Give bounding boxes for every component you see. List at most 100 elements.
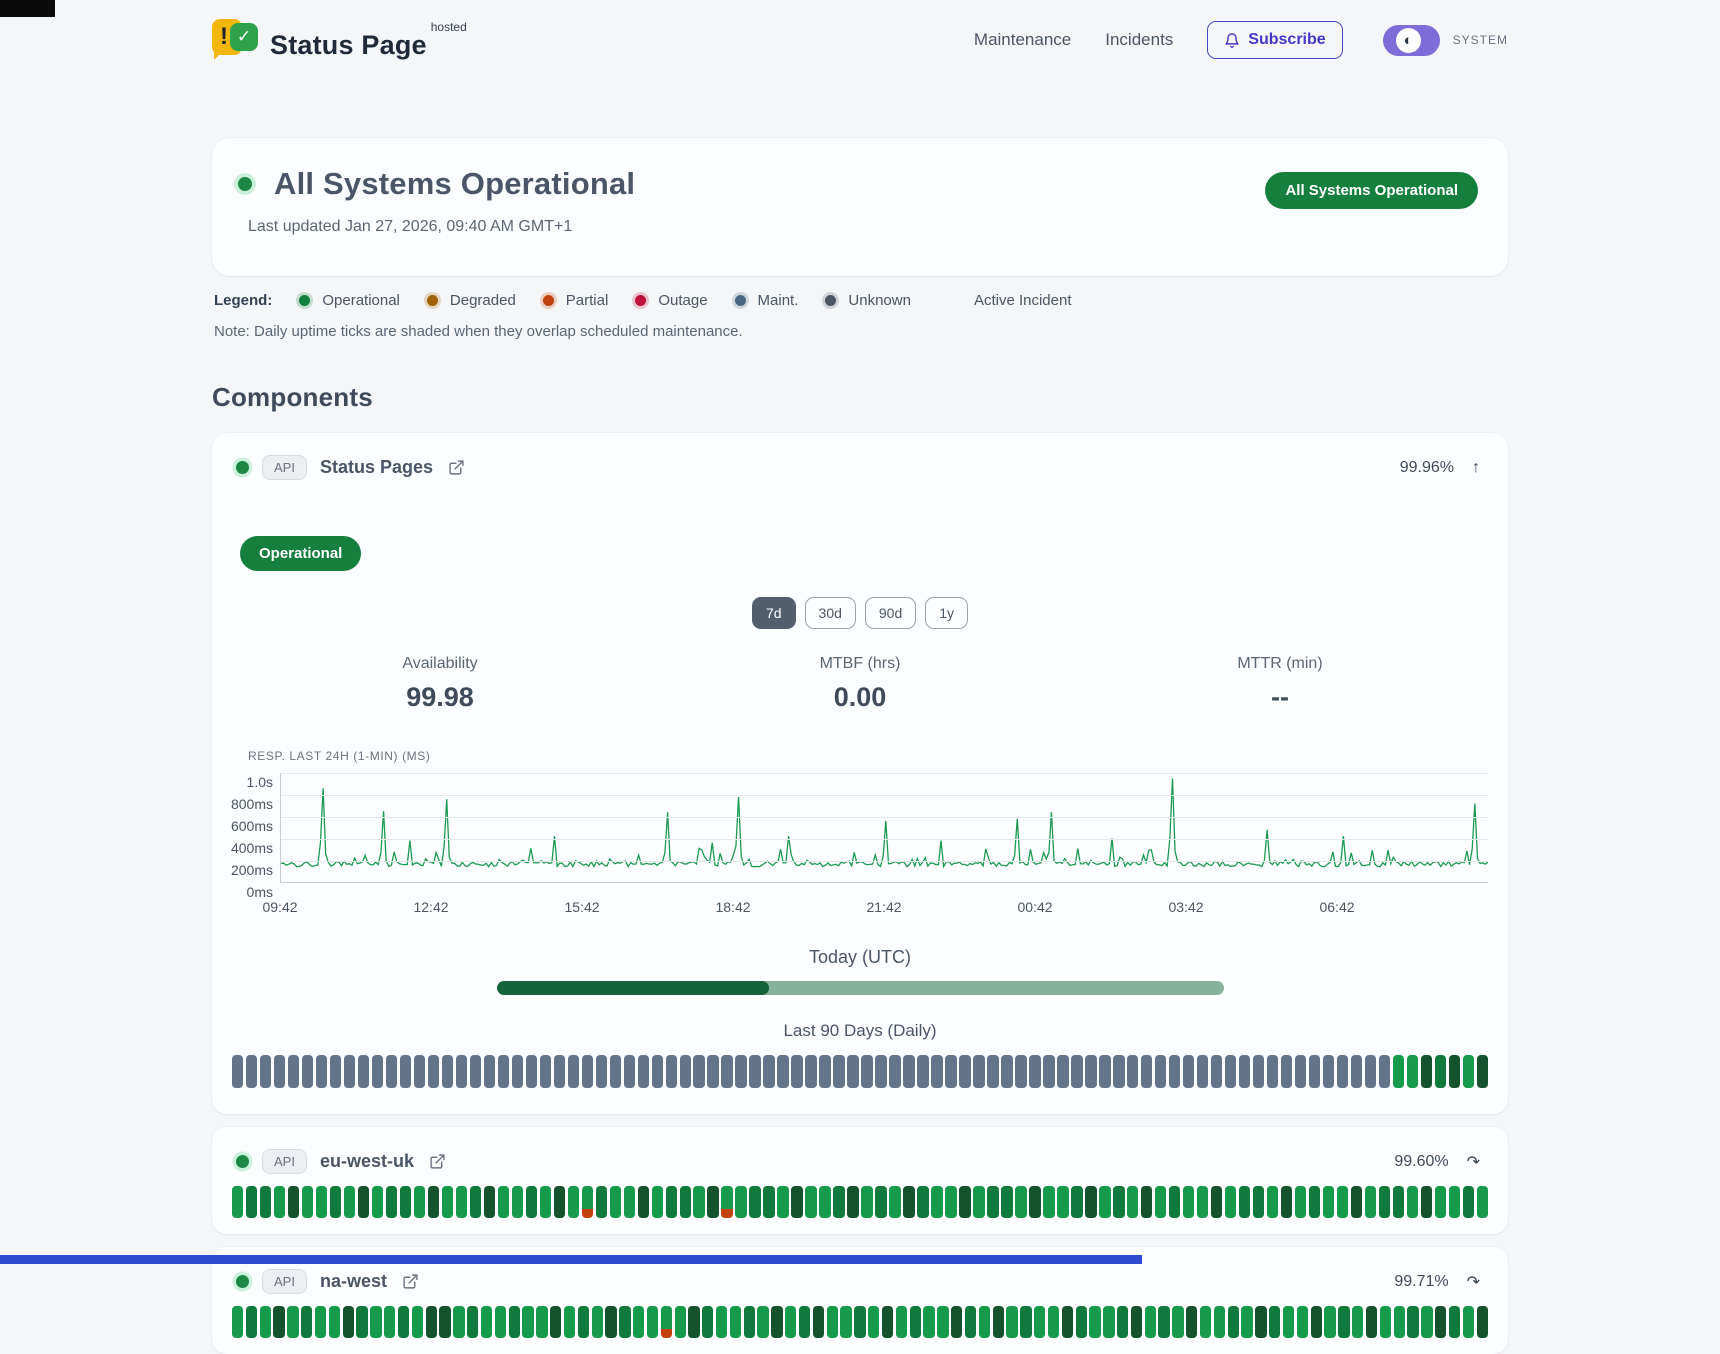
uptime-day-tick[interactable] bbox=[1225, 1055, 1236, 1088]
uptime-day-tick[interactable] bbox=[316, 1055, 327, 1088]
uptime-day-tick[interactable] bbox=[1394, 1306, 1405, 1338]
uptime-day-tick[interactable] bbox=[937, 1306, 948, 1338]
uptime-day-tick[interactable] bbox=[498, 1186, 509, 1218]
uptime-day-tick[interactable] bbox=[1352, 1306, 1363, 1338]
uptime-day-tick[interactable] bbox=[1043, 1055, 1054, 1088]
uptime-day-tick[interactable] bbox=[1071, 1055, 1082, 1088]
uptime-day-tick[interactable] bbox=[1183, 1186, 1194, 1218]
uptime-day-tick[interactable] bbox=[1366, 1306, 1377, 1338]
uptime-day-tick[interactable] bbox=[1337, 1055, 1348, 1088]
uptime-day-tick[interactable] bbox=[232, 1055, 243, 1088]
uptime-day-tick[interactable] bbox=[453, 1306, 464, 1338]
uptime-day-tick[interactable] bbox=[973, 1055, 984, 1088]
uptime-day-tick[interactable] bbox=[274, 1186, 285, 1218]
uptime-day-tick[interactable] bbox=[400, 1055, 411, 1088]
uptime-day-tick[interactable] bbox=[358, 1186, 369, 1218]
uptime-day-tick[interactable] bbox=[1269, 1306, 1280, 1338]
uptime-day-tick[interactable] bbox=[605, 1306, 616, 1338]
uptime-day-tick[interactable] bbox=[917, 1055, 928, 1088]
uptime-day-tick[interactable] bbox=[847, 1055, 858, 1088]
uptime-day-tick[interactable] bbox=[1197, 1055, 1208, 1088]
external-link-icon[interactable] bbox=[402, 1273, 419, 1290]
uptime-day-tick[interactable] bbox=[1085, 1055, 1096, 1088]
uptime-day-tick[interactable] bbox=[1351, 1055, 1362, 1088]
uptime-day-tick[interactable] bbox=[882, 1306, 893, 1338]
uptime-day-tick[interactable] bbox=[344, 1186, 355, 1218]
uptime-day-tick[interactable] bbox=[1463, 1055, 1474, 1088]
uptime-day-tick[interactable] bbox=[1323, 1186, 1334, 1218]
uptime-day-tick[interactable] bbox=[833, 1186, 844, 1218]
uptime-day-tick[interactable] bbox=[1435, 1186, 1446, 1218]
uptime-day-tick[interactable] bbox=[1407, 1306, 1418, 1338]
uptime-day-tick[interactable] bbox=[1281, 1055, 1292, 1088]
uptime-day-tick[interactable] bbox=[1131, 1306, 1142, 1338]
range-button-90d[interactable]: 90d bbox=[865, 597, 916, 629]
uptime-day-tick[interactable] bbox=[398, 1306, 409, 1338]
uptime-day-tick[interactable] bbox=[1099, 1055, 1110, 1088]
uptime-day-tick[interactable] bbox=[730, 1306, 741, 1338]
uptime-day-tick[interactable] bbox=[1029, 1186, 1040, 1218]
uptime-day-tick[interactable] bbox=[1200, 1306, 1211, 1338]
uptime-day-tick[interactable] bbox=[232, 1186, 243, 1218]
uptime-day-tick[interactable] bbox=[805, 1055, 816, 1088]
uptime-day-tick[interactable] bbox=[693, 1186, 704, 1218]
uptime-day-tick[interactable] bbox=[854, 1306, 865, 1338]
uptime-day-tick[interactable] bbox=[861, 1186, 872, 1218]
uptime-day-tick[interactable] bbox=[868, 1306, 879, 1338]
uptime-day-tick[interactable] bbox=[384, 1306, 395, 1338]
uptime-day-tick[interactable] bbox=[442, 1186, 453, 1218]
uptime-day-tick[interactable] bbox=[509, 1306, 520, 1338]
uptime-day-tick[interactable] bbox=[302, 1055, 313, 1088]
uptime-day-tick[interactable] bbox=[903, 1186, 914, 1218]
uptime-day-tick[interactable] bbox=[1435, 1306, 1446, 1338]
uptime-day-tick[interactable] bbox=[1057, 1055, 1068, 1088]
uptime-day-tick[interactable] bbox=[1239, 1055, 1250, 1088]
uptime-day-tick[interactable] bbox=[1225, 1186, 1236, 1218]
uptime-day-tick[interactable] bbox=[329, 1306, 340, 1338]
uptime-day-tick[interactable] bbox=[619, 1306, 630, 1338]
range-button-7d[interactable]: 7d bbox=[752, 597, 796, 629]
uptime-day-tick[interactable] bbox=[951, 1306, 962, 1338]
uptime-day-tick[interactable] bbox=[512, 1186, 523, 1218]
uptime-day-tick[interactable] bbox=[344, 1055, 355, 1088]
uptime-day-tick[interactable] bbox=[568, 1186, 579, 1218]
uptime-day-tick[interactable] bbox=[1295, 1186, 1306, 1218]
uptime-day-tick[interactable] bbox=[875, 1055, 886, 1088]
uptime-day-tick[interactable] bbox=[1351, 1186, 1362, 1218]
uptime-day-tick[interactable] bbox=[1379, 1055, 1390, 1088]
uptime-day-tick[interactable] bbox=[1239, 1186, 1250, 1218]
uptime-day-tick[interactable] bbox=[661, 1306, 672, 1338]
uptime-day-tick[interactable] bbox=[833, 1055, 844, 1088]
uptime-day-tick[interactable] bbox=[412, 1306, 423, 1338]
uptime-day-tick[interactable] bbox=[744, 1306, 755, 1338]
uptime-day-tick[interactable] bbox=[246, 1186, 257, 1218]
uptime-day-tick[interactable] bbox=[1255, 1306, 1266, 1338]
uptime-day-tick[interactable] bbox=[777, 1186, 788, 1218]
uptime-day-tick[interactable] bbox=[372, 1055, 383, 1088]
uptime-day-tick[interactable] bbox=[1379, 1186, 1390, 1218]
uptime-day-tick[interactable] bbox=[1463, 1186, 1474, 1218]
uptime-day-tick[interactable] bbox=[302, 1186, 313, 1218]
uptime-day-tick[interactable] bbox=[288, 1055, 299, 1088]
uptime-day-tick[interactable] bbox=[1407, 1186, 1418, 1218]
uptime-day-tick[interactable] bbox=[1127, 1186, 1138, 1218]
uptime-day-tick[interactable] bbox=[1407, 1055, 1418, 1088]
uptime-day-tick[interactable] bbox=[1241, 1306, 1252, 1338]
uptime-day-tick[interactable] bbox=[564, 1306, 575, 1338]
uptime-day-tick[interactable] bbox=[771, 1306, 782, 1338]
range-button-1y[interactable]: 1y bbox=[925, 597, 968, 629]
uptime-day-tick[interactable] bbox=[1338, 1306, 1349, 1338]
uptime-day-tick[interactable] bbox=[861, 1055, 872, 1088]
uptime-day-tick[interactable] bbox=[1076, 1306, 1087, 1338]
uptime-day-tick[interactable] bbox=[1380, 1306, 1391, 1338]
uptime-day-tick[interactable] bbox=[1127, 1055, 1138, 1088]
uptime-day-tick[interactable] bbox=[1365, 1055, 1376, 1088]
uptime-day-tick[interactable] bbox=[301, 1306, 312, 1338]
uptime-day-tick[interactable] bbox=[1043, 1186, 1054, 1218]
uptime-day-tick[interactable] bbox=[470, 1186, 481, 1218]
external-link-icon[interactable] bbox=[448, 459, 465, 476]
uptime-day-tick[interactable] bbox=[923, 1306, 934, 1338]
uptime-day-tick[interactable] bbox=[414, 1055, 425, 1088]
uptime-day-tick[interactable] bbox=[791, 1186, 802, 1218]
uptime-day-tick[interactable] bbox=[330, 1186, 341, 1218]
